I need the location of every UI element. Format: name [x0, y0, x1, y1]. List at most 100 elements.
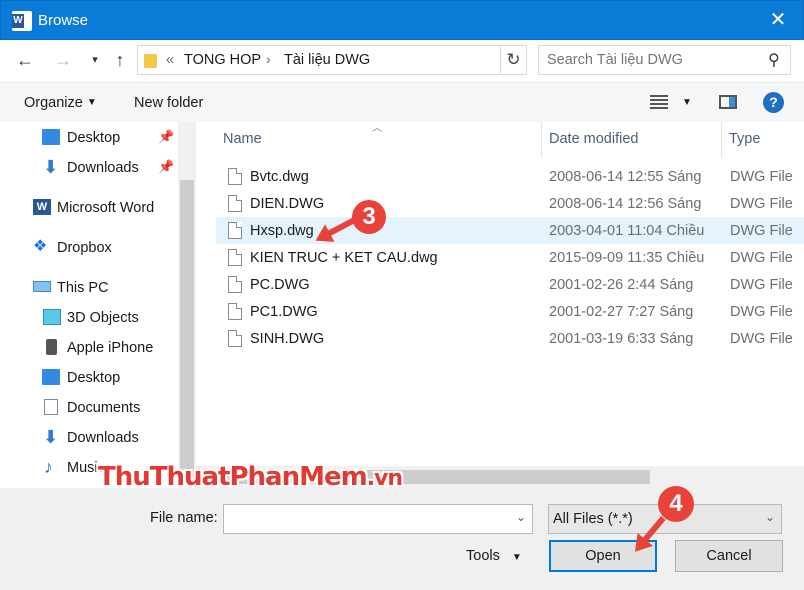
new-folder-button[interactable]: New folder — [134, 95, 203, 111]
dropbox-icon: ❖ — [33, 238, 48, 255]
file-name-label: File name: — [150, 510, 218, 526]
title-bar: W Browse ✕ — [0, 0, 804, 40]
file-type: DWG File — [730, 169, 793, 185]
file-icon — [228, 249, 242, 266]
nav-item-label: Documents — [67, 400, 141, 416]
navigation-pane: Desktop 📌 ⬇ Downloads 📌 W Microsoft Word… — [0, 122, 196, 488]
preview-pane-icon[interactable] — [719, 95, 737, 109]
file-type: DWG File — [730, 304, 793, 320]
nav-item-dropbox[interactable]: ❖ Dropbox — [0, 235, 180, 261]
view-options-chevron-icon[interactable]: ▼ — [682, 97, 692, 108]
pin-icon: 📌 — [158, 159, 175, 174]
address-row: ← → ▾ ↑ « TONG HOP › Tài liệu DWG ↻ ⚲ — [0, 40, 804, 82]
file-date: 2001-02-27 7:27 Sáng — [549, 304, 694, 320]
music-icon: ♪ — [44, 457, 53, 477]
search-input[interactable] — [547, 52, 757, 68]
breadcrumb-overflow[interactable]: « — [166, 52, 174, 68]
nav-item-microsoft-word[interactable]: W Microsoft Word — [0, 195, 180, 221]
3d-objects-icon — [43, 309, 61, 325]
sort-ascending-icon: ︿ — [372, 123, 382, 134]
file-row[interactable]: DIEN.DWG 2008-06-14 12:56 Sáng DWG File — [216, 190, 804, 217]
file-date: 2001-03-19 6:33 Sáng — [549, 331, 694, 347]
watermark-main: ThuThuatPhanMem — [98, 462, 368, 492]
column-name[interactable]: Name — [223, 131, 262, 147]
search-box[interactable]: ⚲ — [538, 45, 791, 75]
watermark-domain: .vn — [366, 466, 403, 491]
nav-item-label: Dropbox — [57, 240, 112, 256]
cancel-button[interactable]: Cancel — [675, 540, 783, 572]
nav-item-3d-objects[interactable]: 3D Objects — [0, 305, 180, 331]
nav-item-label: Desktop — [67, 130, 121, 146]
pin-icon: 📌 — [158, 129, 175, 144]
organize-label: Organize — [24, 95, 83, 111]
recent-locations-chevron-icon[interactable]: ▾ — [84, 49, 106, 71]
step-3-callout: 3 — [352, 200, 386, 234]
file-name: PC1.DWG — [250, 304, 318, 320]
view-details-icon[interactable] — [650, 95, 668, 109]
tools-menu[interactable]: Tools ▼ — [466, 548, 522, 564]
file-type: DWG File — [730, 223, 793, 239]
file-list: ︿ Name Date modified Type Bvtc.dwg 2008-… — [196, 122, 804, 466]
breadcrumb-separator-icon[interactable]: › — [266, 51, 271, 67]
file-type: DWG File — [730, 250, 793, 266]
tools-label: Tools — [466, 548, 500, 564]
column-type[interactable]: Type — [729, 131, 760, 147]
breadcrumb-tong-hop[interactable]: TONG HOP — [184, 52, 261, 68]
breadcrumb-tai-lieu-dwg[interactable]: Tài liệu DWG — [284, 52, 370, 68]
column-headers: ︿ Name Date modified Type — [196, 122, 804, 158]
documents-icon — [44, 399, 58, 415]
chevron-down-icon: ▼ — [511, 552, 522, 563]
file-icon — [228, 222, 242, 239]
file-icon — [228, 168, 242, 185]
nav-item-this-pc[interactable]: This PC — [0, 275, 180, 301]
file-row[interactable]: PC.DWG 2001-02-26 2:44 Sáng DWG File — [216, 271, 804, 298]
file-row[interactable]: PC1.DWG 2001-02-27 7:27 Sáng DWG File — [216, 298, 804, 325]
search-icon[interactable]: ⚲ — [768, 50, 780, 70]
file-name: SINH.DWG — [250, 331, 325, 347]
downloads-icon: ⬇ — [43, 157, 59, 177]
window-title: Browse — [38, 12, 89, 29]
file-icon — [228, 276, 242, 293]
file-type: DWG File — [730, 331, 793, 347]
chevron-down-icon: ⌄ — [764, 510, 775, 524]
nav-scrollbar[interactable] — [178, 122, 196, 488]
file-name: PC.DWG — [250, 277, 310, 293]
refresh-icon[interactable]: ↻ — [500, 46, 526, 74]
up-arrow-icon[interactable]: ↑ — [109, 49, 131, 71]
folder-icon — [144, 54, 157, 68]
computer-icon — [33, 281, 51, 292]
file-type: DWG File — [730, 196, 793, 212]
file-row[interactable]: Bvtc.dwg 2008-06-14 12:55 Sáng DWG File — [216, 163, 804, 190]
nav-item-label: 3D Objects — [67, 310, 139, 326]
phone-icon — [46, 339, 57, 355]
file-row[interactable]: KIEN TRUC + KET CAU.dwg 2015-09-09 11:35… — [216, 244, 804, 271]
nav-scrollbar-thumb[interactable] — [180, 180, 194, 480]
file-date: 2001-02-26 2:44 Sáng — [549, 277, 694, 293]
help-icon[interactable]: ? — [763, 92, 784, 113]
file-name: KIEN TRUC + KET CAU.dwg — [250, 250, 438, 266]
nav-item-desktop-pinned[interactable]: Desktop 📌 — [0, 125, 180, 151]
nav-item-label: Desktop — [67, 370, 121, 386]
nav-item-downloads-pinned[interactable]: ⬇ Downloads 📌 — [0, 155, 180, 181]
column-date-modified[interactable]: Date modified — [549, 131, 638, 147]
close-icon[interactable]: ✕ — [767, 9, 789, 31]
file-type: DWG File — [730, 277, 793, 293]
nav-item-downloads[interactable]: ⬇ Downloads — [0, 425, 180, 451]
word-icon: W — [12, 11, 32, 31]
chevron-down-icon[interactable]: ⌄ — [516, 510, 526, 524]
back-arrow-icon[interactable]: ← — [14, 49, 36, 71]
word-icon: W — [33, 199, 51, 215]
nav-item-apple-iphone[interactable]: Apple iPhone — [0, 335, 180, 361]
address-bar[interactable]: « TONG HOP › Tài liệu DWG ↻ — [137, 45, 527, 75]
file-row-selected[interactable]: Hxsp.dwg 2003-04-01 11:04 Chiều DWG File — [216, 217, 804, 244]
forward-arrow-icon[interactable]: → — [52, 49, 74, 71]
organize-menu[interactable]: Organize ▼ — [24, 95, 97, 111]
downloads-icon: ⬇ — [43, 427, 59, 447]
file-row[interactable]: SINH.DWG 2001-03-19 6:33 Sáng DWG File — [216, 325, 804, 352]
file-name: Hxsp.dwg — [250, 223, 314, 239]
file-name-input[interactable]: ⌄ — [223, 504, 533, 534]
nav-item-documents[interactable]: Documents — [0, 395, 180, 421]
file-date: 2008-06-14 12:56 Sáng — [549, 196, 702, 212]
nav-item-label: Downloads — [67, 430, 139, 446]
nav-item-desktop[interactable]: Desktop — [0, 365, 180, 391]
